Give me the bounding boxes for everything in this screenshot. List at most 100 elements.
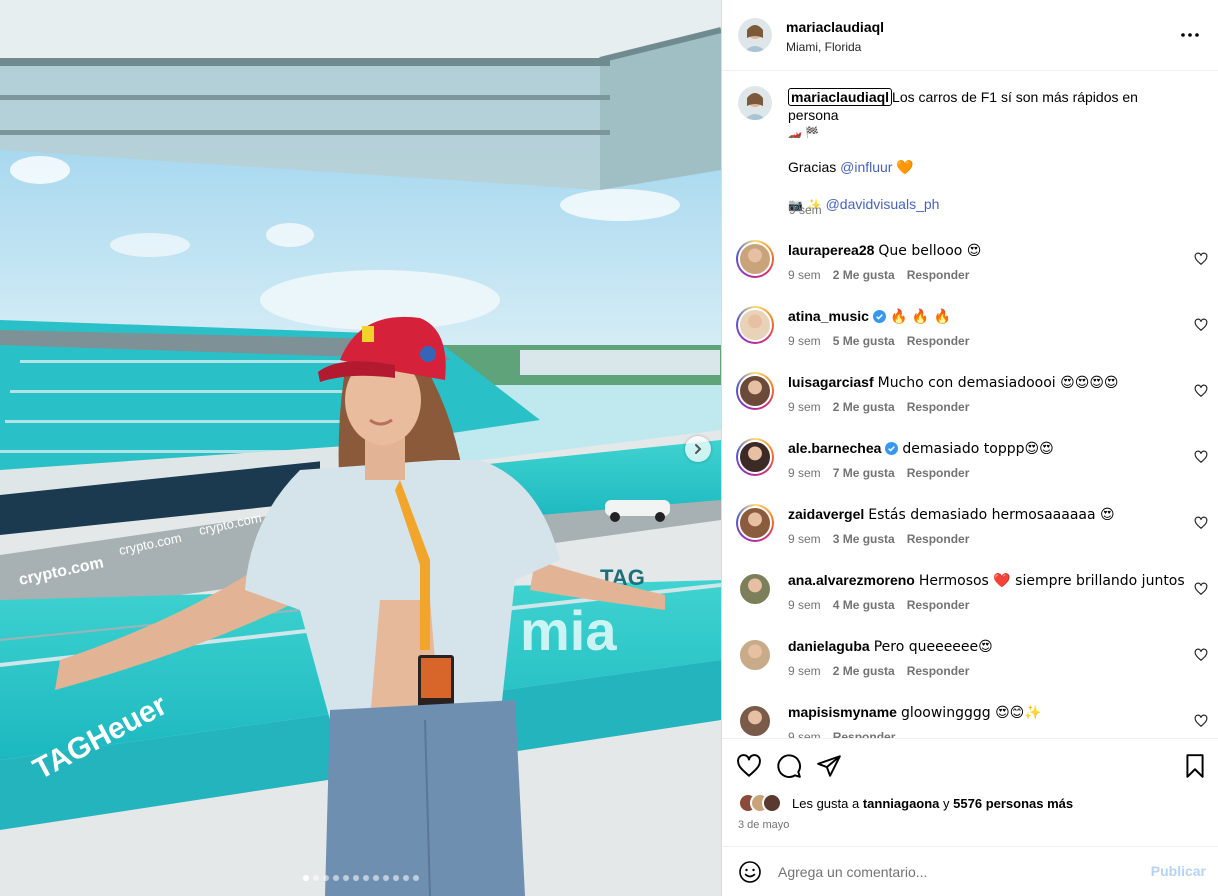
comment-username[interactable]: mapisismyname: [788, 704, 897, 720]
comment-time[interactable]: 9 sem: [788, 466, 821, 480]
carousel-indicator: [0, 875, 721, 881]
commenter-avatar[interactable]: [736, 504, 774, 542]
commenter-avatar[interactable]: [736, 636, 774, 674]
bookmark-icon[interactable]: [1182, 753, 1208, 779]
comment-time[interactable]: 9 sem: [788, 268, 821, 282]
share-icon[interactable]: [816, 753, 842, 779]
comment-content: lauraperea28 Que bellooo 😍: [788, 242, 1178, 259]
comment-like-heart-icon[interactable]: [1194, 714, 1208, 728]
verified-badge-icon: [872, 310, 886, 323]
svg-text:mia: mia: [520, 599, 617, 662]
reply-button[interactable]: Responder: [907, 532, 970, 546]
comment-username[interactable]: luisagarciasf: [788, 374, 874, 390]
comment-likes[interactable]: 7 Me gusta: [833, 466, 895, 480]
comment-likes[interactable]: 3 Me gusta: [833, 532, 895, 546]
likes-others[interactable]: 5576 personas más: [953, 796, 1073, 811]
carousel-dot: [322, 875, 329, 881]
more-options-icon[interactable]: [1178, 25, 1202, 45]
carousel-next-button[interactable]: [685, 436, 711, 462]
comment-meta: 9 sem 2 Me gusta Responder: [788, 664, 969, 678]
comment-content: ana.alvarezmoreno Hermosos ❤️ siempre bri…: [788, 572, 1185, 589]
comment-row: zaidavergel Estás demasiado hermosaaaaaa …: [722, 504, 1218, 564]
comment-content: danielaguba Pero queeeeee😍: [788, 638, 1178, 655]
commenter-avatar[interactable]: [736, 372, 774, 410]
likes-user[interactable]: tanniagaona: [863, 796, 940, 811]
reply-button[interactable]: Responder: [907, 466, 970, 480]
comment-time[interactable]: 9 sem: [788, 730, 821, 738]
comment-likes[interactable]: 2 Me gusta: [833, 400, 895, 414]
comment-username[interactable]: ale.barnechea: [788, 440, 881, 456]
reply-button[interactable]: Responder: [907, 598, 970, 612]
comment-like-heart-icon[interactable]: [1194, 648, 1208, 662]
reply-button[interactable]: Responder: [907, 400, 970, 414]
publish-button[interactable]: Publicar: [1151, 863, 1206, 879]
comment-username[interactable]: atina_music: [788, 308, 869, 324]
comment-like-heart-icon[interactable]: [1194, 252, 1208, 266]
comment-icon[interactable]: [776, 753, 802, 779]
comment-time[interactable]: 9 sem: [788, 664, 821, 678]
comment-like-heart-icon[interactable]: [1194, 318, 1208, 332]
post-date[interactable]: 3 de mayo: [738, 819, 789, 831]
liked-by-avatars[interactable]: [738, 793, 782, 813]
comment-input[interactable]: [778, 860, 1138, 884]
commenter-avatar[interactable]: [736, 240, 774, 278]
comment-likes[interactable]: 4 Me gusta: [833, 598, 895, 612]
comment-username[interactable]: lauraperea28: [788, 242, 874, 258]
caption-avatar[interactable]: [738, 86, 772, 120]
comment-username[interactable]: zaidavergel: [788, 506, 864, 522]
likes-summary[interactable]: Les gusta a tanniagaona y 5576 personas …: [792, 796, 1073, 811]
carousel-dot: [382, 875, 389, 881]
heart-icon[interactable]: [736, 753, 762, 779]
comment-like-heart-icon[interactable]: [1194, 582, 1208, 596]
orange-heart-emoji: 🧡: [896, 160, 914, 176]
comment-likes[interactable]: 2 Me gusta: [833, 664, 895, 678]
comment-time[interactable]: 9 sem: [788, 532, 821, 546]
reply-button[interactable]: Responder: [833, 730, 896, 738]
comment-text: Estás demasiado hermosaaaaaa 😍: [868, 507, 1115, 523]
reply-button[interactable]: Responder: [907, 334, 970, 348]
carousel-dot: [402, 875, 409, 881]
comment-meta: 9 sem 5 Me gusta Responder: [788, 334, 969, 348]
commenter-avatar[interactable]: [736, 306, 774, 344]
mention-influur[interactable]: @influur: [840, 159, 892, 175]
reply-button[interactable]: Responder: [907, 664, 970, 678]
comment-time[interactable]: 9 sem: [788, 334, 821, 348]
post-location[interactable]: Miami, Florida: [786, 40, 861, 54]
caption-time[interactable]: 9 sem: [789, 203, 822, 217]
thanks-text: Gracias: [788, 159, 837, 175]
commenter-avatar[interactable]: [736, 438, 774, 476]
carousel-dot: [332, 875, 339, 881]
comments-list[interactable]: mariaclaudiaql Los carros de F1 sí son má…: [722, 72, 1218, 738]
author-avatar[interactable]: [738, 18, 772, 52]
caption-text: mariaclaudiaql Los carros de F1 sí son má…: [788, 88, 1188, 214]
emoji-icon[interactable]: [738, 860, 762, 884]
carousel-dot: [312, 875, 319, 881]
add-comment-bar: Publicar: [722, 846, 1218, 896]
comment-username[interactable]: ana.alvarezmoreno: [788, 572, 915, 588]
comment-like-heart-icon[interactable]: [1194, 516, 1208, 530]
post-sidebar: mariaclaudiaql Miami, Florida mariaclaud…: [721, 0, 1218, 896]
comment-meta: 9 sem Responder: [788, 730, 895, 738]
author-username[interactable]: mariaclaudiaql: [786, 19, 884, 35]
comment-time[interactable]: 9 sem: [788, 598, 821, 612]
reply-button[interactable]: Responder: [907, 268, 970, 282]
caption-username[interactable]: mariaclaudiaql: [788, 88, 893, 106]
comment-text: 🔥 🔥 🔥: [889, 309, 952, 325]
comment-username[interactable]: danielaguba: [788, 638, 870, 654]
comment-time[interactable]: 9 sem: [788, 400, 821, 414]
comment-content: mapisismyname gloowingggg 😍😊✨: [788, 704, 1178, 721]
post-media[interactable]: crypto.com crypto.com crypto.com TAGHeue…: [0, 0, 721, 896]
comment-meta: 9 sem 2 Me gusta Responder: [788, 268, 969, 282]
carousel-dot: [412, 875, 419, 881]
comment-likes[interactable]: 2 Me gusta: [833, 268, 895, 282]
commenter-avatar[interactable]: [736, 702, 774, 738]
comment-like-heart-icon[interactable]: [1194, 384, 1208, 398]
comment-text: Hermosos ❤️ siempre brillando juntos: [918, 573, 1185, 589]
caption-emoji: 🏎️ 🏁: [788, 126, 819, 139]
post-photo: crypto.com crypto.com crypto.com TAGHeue…: [0, 0, 721, 896]
commenter-avatar[interactable]: [736, 570, 774, 608]
comment-like-heart-icon[interactable]: [1194, 450, 1208, 464]
comment-row: luisagarciasf Mucho con demasiadoooi 😍😍😍😍…: [722, 372, 1218, 432]
mention-davidvisuals[interactable]: @davidvisuals_ph: [826, 196, 940, 212]
comment-likes[interactable]: 5 Me gusta: [833, 334, 895, 348]
